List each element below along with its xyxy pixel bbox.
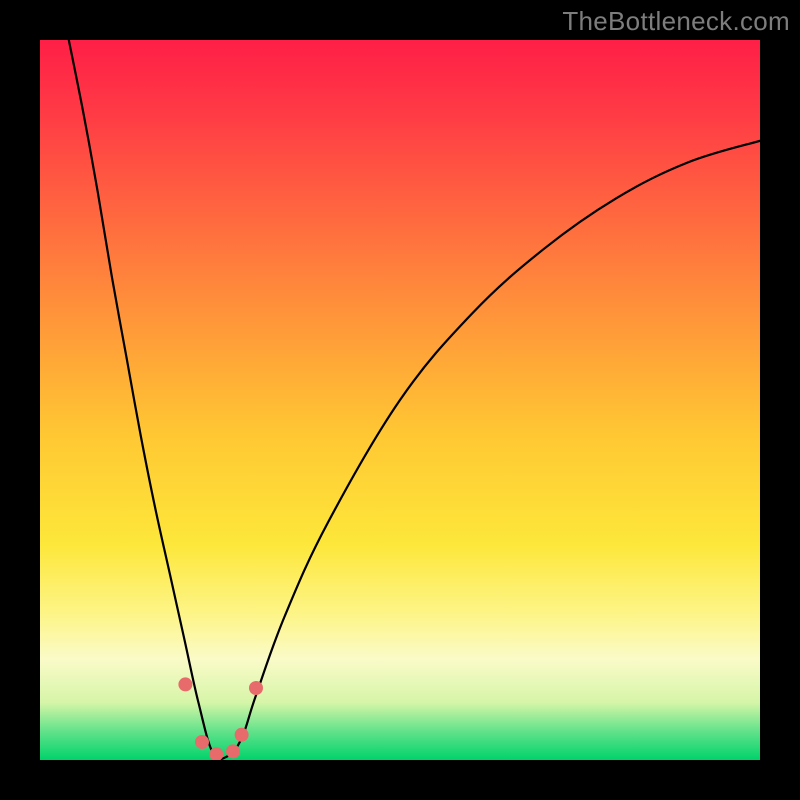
bottleneck-curve <box>69 40 760 759</box>
chart-frame: TheBottleneck.com <box>0 0 800 800</box>
chart-svg <box>40 40 760 760</box>
plot-area <box>40 40 760 760</box>
marker-dot <box>226 744 240 758</box>
marker-dot <box>235 728 249 742</box>
marker-dot <box>249 681 263 695</box>
curve-markers <box>178 677 263 760</box>
marker-dot <box>195 735 209 749</box>
marker-dot <box>178 677 192 691</box>
watermark-text: TheBottleneck.com <box>562 6 790 37</box>
